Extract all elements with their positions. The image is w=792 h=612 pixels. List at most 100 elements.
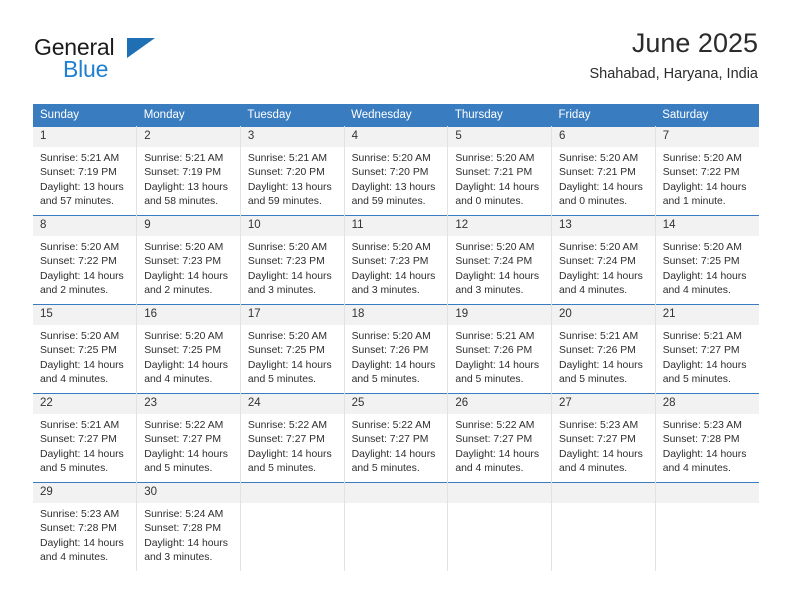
day-cell[interactable]: 5 Sunrise: 5:20 AM Sunset: 7:21 PM Dayli… xyxy=(447,126,553,216)
daylight-line: Daylight: 13 hours and 59 minutes. xyxy=(247,181,332,207)
day-number: 13 xyxy=(552,216,655,236)
daylight-line: Daylight: 14 hours and 2 minutes. xyxy=(40,270,124,296)
daylight-line: Daylight: 14 hours and 4 minutes. xyxy=(455,448,540,474)
day-number: 16 xyxy=(137,305,240,325)
daylight-line: Daylight: 13 hours and 58 minutes. xyxy=(144,181,228,207)
day-cell-empty xyxy=(551,482,656,571)
day-number: 14 xyxy=(655,216,759,236)
day-cell[interactable]: 4 Sunrise: 5:20 AM Sunset: 7:20 PM Dayli… xyxy=(344,126,449,216)
sunset-line: Sunset: 7:27 PM xyxy=(351,434,429,446)
general-blue-logo[interactable]: General Blue xyxy=(34,36,184,88)
sunrise-line: Sunrise: 5:20 AM xyxy=(559,242,639,253)
day-number: 2 xyxy=(137,127,240,147)
day-cell[interactable]: 29 Sunrise: 5:23 AM Sunset: 7:28 PM Dayl… xyxy=(33,482,138,571)
sunset-line: Sunset: 7:27 PM xyxy=(662,345,740,357)
day-details: Sunrise: 5:20 AM Sunset: 7:24 PM Dayligh… xyxy=(552,236,655,298)
day-cell[interactable]: 26 Sunrise: 5:22 AM Sunset: 7:27 PM Dayl… xyxy=(447,393,553,483)
day-details: Sunrise: 5:20 AM Sunset: 7:24 PM Dayligh… xyxy=(448,236,551,298)
daylight-line: Daylight: 14 hours and 5 minutes. xyxy=(144,448,228,474)
day-cell[interactable]: 21 Sunrise: 5:21 AM Sunset: 7:27 PM Dayl… xyxy=(655,304,759,394)
day-cell[interactable]: 12 Sunrise: 5:20 AM Sunset: 7:24 PM Dayl… xyxy=(447,215,553,305)
daylight-line: Daylight: 14 hours and 5 minutes. xyxy=(247,359,332,385)
sunrise-line: Sunrise: 5:23 AM xyxy=(559,420,639,431)
calendar-page: General Blue June 2025 Shahabad, Haryana… xyxy=(0,0,792,612)
day-details: Sunrise: 5:20 AM Sunset: 7:23 PM Dayligh… xyxy=(345,236,448,298)
sunrise-line: Sunrise: 5:21 AM xyxy=(247,153,328,164)
weekday-header-saturday: Saturday xyxy=(655,104,759,127)
day-cell[interactable]: 3 Sunrise: 5:21 AM Sunset: 7:20 PM Dayli… xyxy=(240,126,345,216)
day-cell[interactable]: 1 Sunrise: 5:21 AM Sunset: 7:19 PM Dayli… xyxy=(33,126,138,216)
sunset-line: Sunset: 7:27 PM xyxy=(455,434,533,446)
calendar-body: 1 Sunrise: 5:21 AM Sunset: 7:19 PM Dayli… xyxy=(33,126,759,571)
day-details: Sunrise: 5:20 AM Sunset: 7:21 PM Dayligh… xyxy=(552,147,655,209)
day-cell[interactable]: 2 Sunrise: 5:21 AM Sunset: 7:19 PM Dayli… xyxy=(136,126,241,216)
sunset-line: Sunset: 7:21 PM xyxy=(455,167,533,179)
day-number: 29 xyxy=(33,483,137,503)
sunrise-line: Sunrise: 5:21 AM xyxy=(455,331,535,342)
day-cell[interactable]: 27 Sunrise: 5:23 AM Sunset: 7:27 PM Dayl… xyxy=(551,393,656,483)
day-details: Sunrise: 5:20 AM Sunset: 7:23 PM Dayligh… xyxy=(241,236,344,298)
day-cell[interactable]: 30 Sunrise: 5:24 AM Sunset: 7:28 PM Dayl… xyxy=(136,482,241,571)
day-cell[interactable]: 16 Sunrise: 5:20 AM Sunset: 7:25 PM Dayl… xyxy=(136,304,241,394)
day-details: Sunrise: 5:23 AM Sunset: 7:28 PM Dayligh… xyxy=(656,414,759,476)
day-cell[interactable]: 14 Sunrise: 5:20 AM Sunset: 7:25 PM Dayl… xyxy=(655,215,759,305)
day-cell[interactable]: 7 Sunrise: 5:20 AM Sunset: 7:22 PM Dayli… xyxy=(655,126,759,216)
sunrise-line: Sunrise: 5:22 AM xyxy=(144,420,224,431)
day-number: 8 xyxy=(33,216,137,236)
day-number: 15 xyxy=(33,305,137,325)
weekday-header-sunday: Sunday xyxy=(33,104,137,127)
day-details: Sunrise: 5:20 AM Sunset: 7:25 PM Dayligh… xyxy=(241,325,344,387)
sunset-line: Sunset: 7:19 PM xyxy=(40,167,117,179)
daylight-line: Daylight: 14 hours and 5 minutes. xyxy=(40,448,124,474)
day-cell[interactable]: 10 Sunrise: 5:20 AM Sunset: 7:23 PM Dayl… xyxy=(240,215,345,305)
daylight-line: Daylight: 14 hours and 5 minutes. xyxy=(662,359,747,385)
sunrise-line: Sunrise: 5:21 AM xyxy=(559,331,639,342)
daylight-line: Daylight: 14 hours and 4 minutes. xyxy=(40,359,124,385)
day-cell[interactable]: 19 Sunrise: 5:21 AM Sunset: 7:26 PM Dayl… xyxy=(447,304,553,394)
sunset-line: Sunset: 7:20 PM xyxy=(351,167,429,179)
day-details: Sunrise: 5:21 AM Sunset: 7:19 PM Dayligh… xyxy=(137,147,240,209)
day-cell[interactable]: 23 Sunrise: 5:22 AM Sunset: 7:27 PM Dayl… xyxy=(136,393,241,483)
day-cell[interactable]: 9 Sunrise: 5:20 AM Sunset: 7:23 PM Dayli… xyxy=(136,215,241,305)
day-cell[interactable]: 13 Sunrise: 5:20 AM Sunset: 7:24 PM Dayl… xyxy=(551,215,656,305)
sunrise-line: Sunrise: 5:20 AM xyxy=(247,331,328,342)
sunset-line: Sunset: 7:28 PM xyxy=(662,434,740,446)
day-cell[interactable]: 17 Sunrise: 5:20 AM Sunset: 7:25 PM Dayl… xyxy=(240,304,345,394)
daylight-line: Daylight: 14 hours and 2 minutes. xyxy=(144,270,228,296)
sunrise-line: Sunrise: 5:21 AM xyxy=(40,153,120,164)
week-row: 15 Sunrise: 5:20 AM Sunset: 7:25 PM Dayl… xyxy=(33,304,759,394)
day-number: 25 xyxy=(344,394,448,414)
day-cell[interactable]: 8 Sunrise: 5:20 AM Sunset: 7:22 PM Dayli… xyxy=(33,215,138,305)
day-number: 10 xyxy=(240,216,344,236)
weekday-header-friday: Friday xyxy=(551,104,656,127)
day-cell[interactable]: 11 Sunrise: 5:20 AM Sunset: 7:23 PM Dayl… xyxy=(344,215,449,305)
day-number: 11 xyxy=(344,216,448,236)
sunrise-line: Sunrise: 5:20 AM xyxy=(351,242,431,253)
day-cell-empty xyxy=(655,482,759,571)
sunrise-line: Sunrise: 5:20 AM xyxy=(351,153,431,164)
sunrise-line: Sunrise: 5:21 AM xyxy=(40,420,120,431)
day-number: 24 xyxy=(240,394,344,414)
day-details: Sunrise: 5:22 AM Sunset: 7:27 PM Dayligh… xyxy=(448,414,551,476)
day-cell[interactable]: 22 Sunrise: 5:21 AM Sunset: 7:27 PM Dayl… xyxy=(33,393,138,483)
day-number xyxy=(240,483,344,503)
daylight-line: Daylight: 14 hours and 5 minutes. xyxy=(455,359,540,385)
title-block: June 2025 Shahabad, Haryana, India xyxy=(590,28,759,82)
day-cell[interactable]: 28 Sunrise: 5:23 AM Sunset: 7:28 PM Dayl… xyxy=(655,393,759,483)
daylight-line: Daylight: 14 hours and 5 minutes. xyxy=(247,448,332,474)
day-number: 1 xyxy=(33,127,137,147)
day-details: Sunrise: 5:20 AM Sunset: 7:22 PM Dayligh… xyxy=(656,147,759,209)
day-cell[interactable]: 20 Sunrise: 5:21 AM Sunset: 7:26 PM Dayl… xyxy=(551,304,656,394)
day-cell[interactable]: 6 Sunrise: 5:20 AM Sunset: 7:21 PM Dayli… xyxy=(551,126,656,216)
sunset-line: Sunset: 7:27 PM xyxy=(40,434,117,446)
day-cell[interactable]: 25 Sunrise: 5:22 AM Sunset: 7:27 PM Dayl… xyxy=(344,393,449,483)
day-number xyxy=(655,483,759,503)
day-cell[interactable]: 24 Sunrise: 5:22 AM Sunset: 7:27 PM Dayl… xyxy=(240,393,345,483)
weekday-header-wednesday: Wednesday xyxy=(344,104,448,127)
day-number: 20 xyxy=(552,305,655,325)
day-cell[interactable]: 15 Sunrise: 5:20 AM Sunset: 7:25 PM Dayl… xyxy=(33,304,138,394)
sunset-line: Sunset: 7:26 PM xyxy=(455,345,533,357)
daylight-line: Daylight: 14 hours and 4 minutes. xyxy=(662,270,747,296)
day-cell[interactable]: 18 Sunrise: 5:20 AM Sunset: 7:26 PM Dayl… xyxy=(344,304,449,394)
sunrise-line: Sunrise: 5:20 AM xyxy=(247,242,328,253)
